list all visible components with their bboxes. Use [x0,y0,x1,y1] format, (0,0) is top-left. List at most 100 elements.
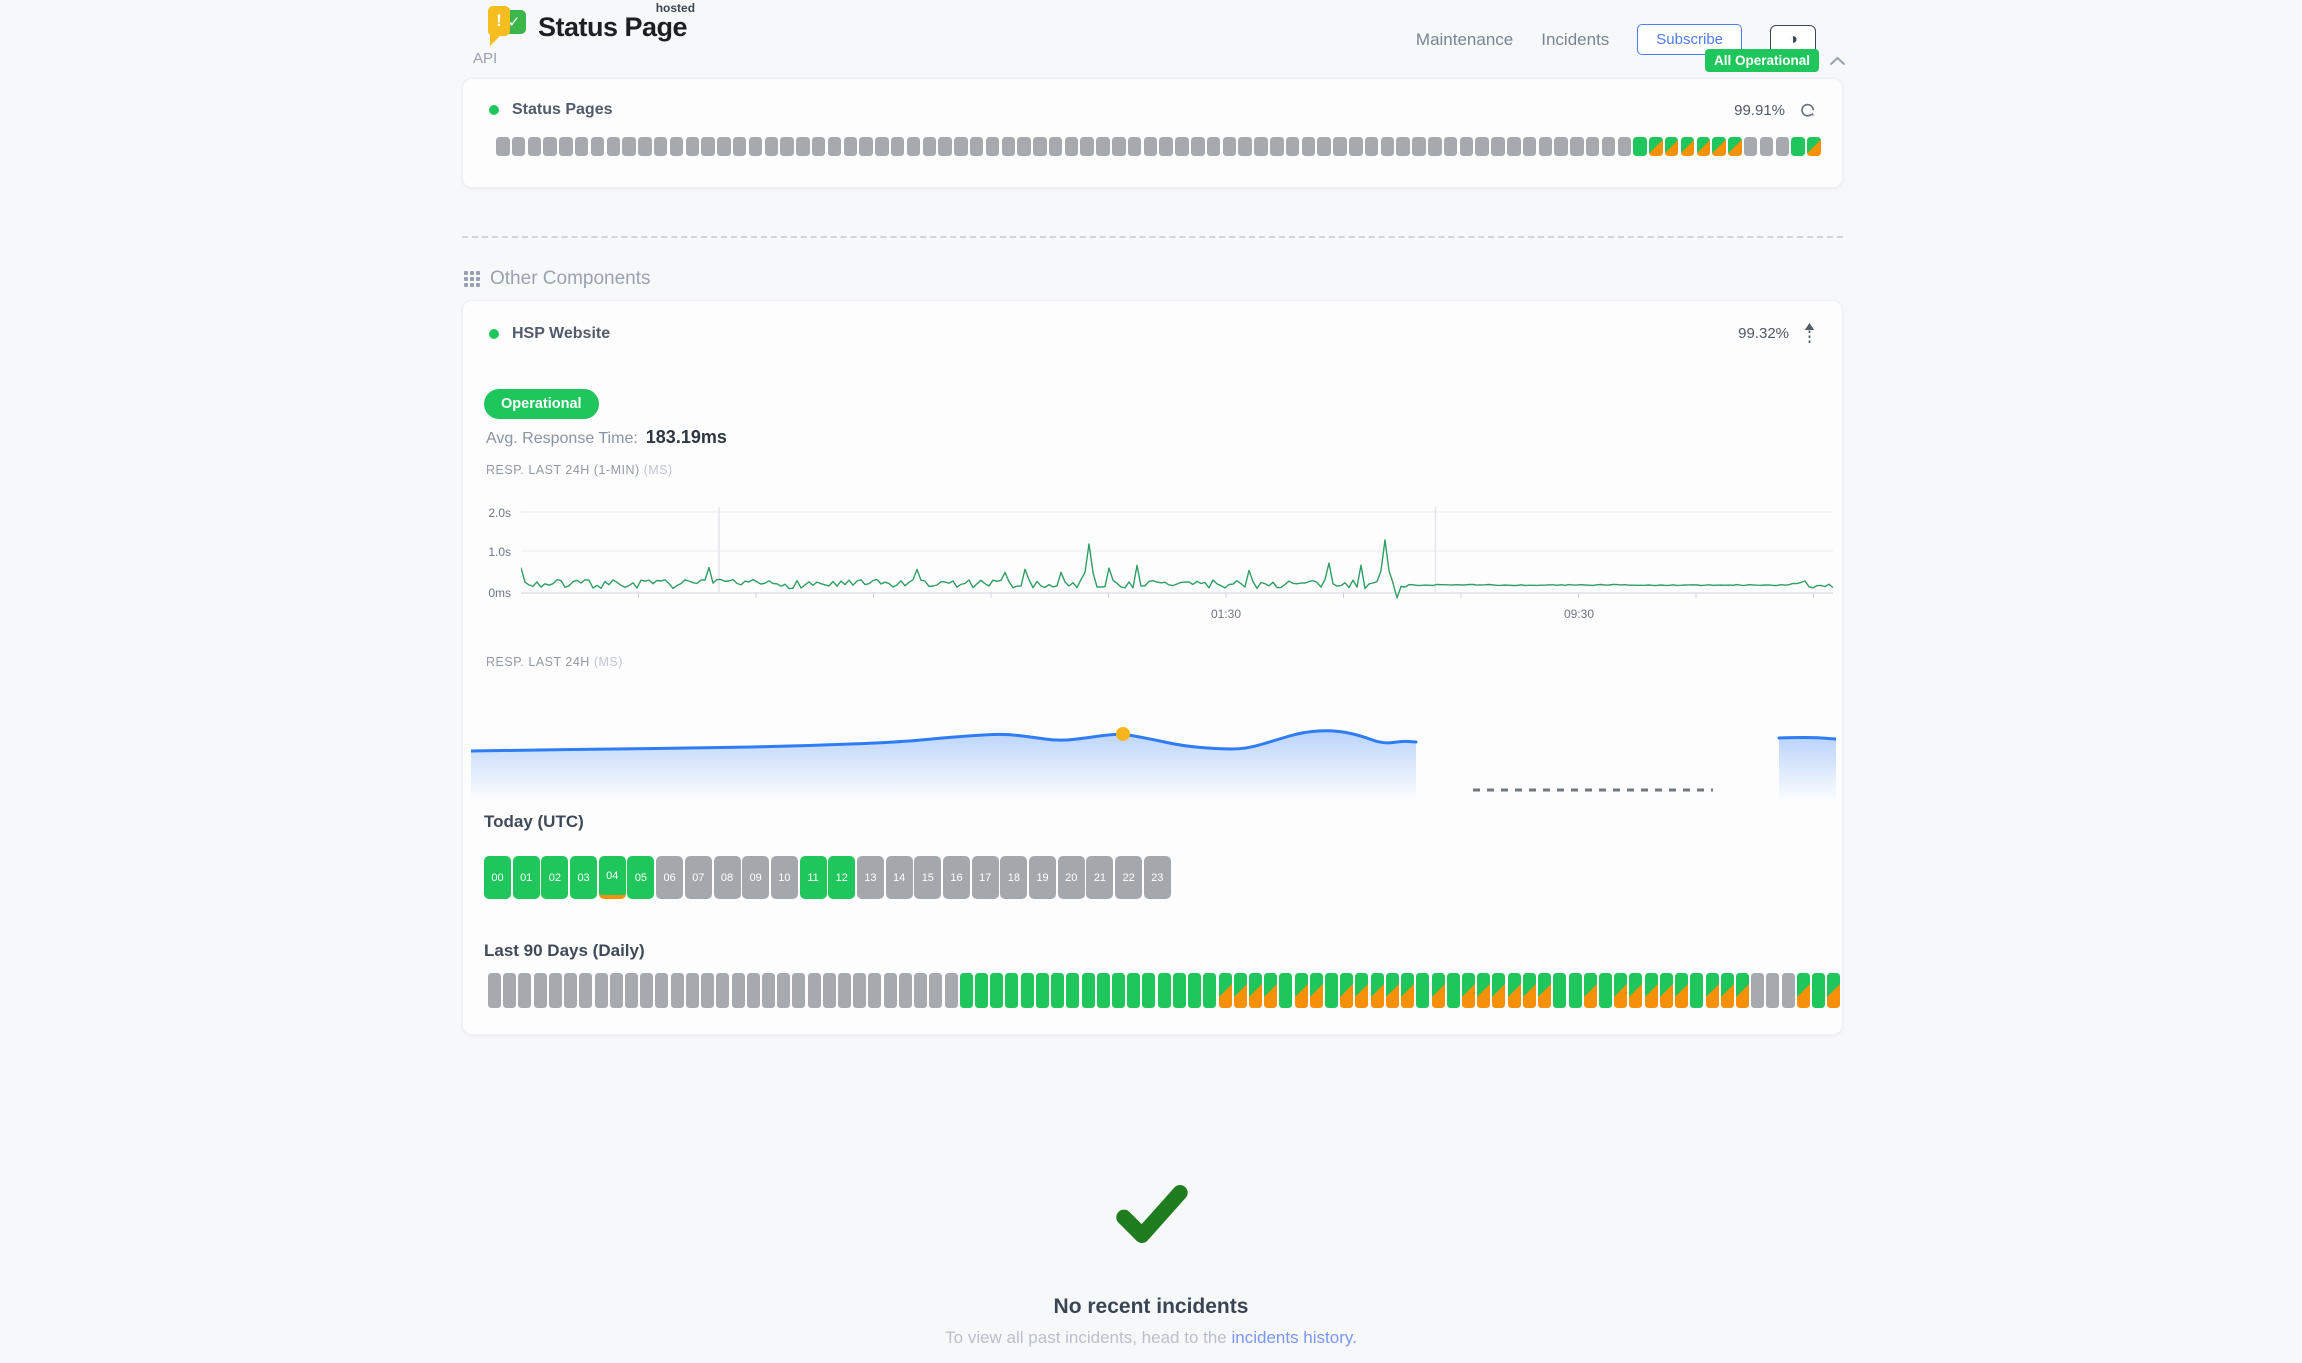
resp-24h-chart[interactable] [471,689,1836,804]
hour-block-13[interactable]: 13 [857,856,884,899]
uptime-day-bar[interactable] [686,137,700,156]
daily-uptime-bar[interactable] [686,973,699,1008]
uptime-day-bar[interactable] [749,137,763,156]
daily-uptime-bar[interactable] [975,973,988,1008]
daily-uptime-bar[interactable] [1492,973,1505,1008]
uptime-day-bar[interactable] [859,137,873,156]
uptime-day-bar[interactable] [591,137,605,156]
daily-uptime-bar[interactable] [1614,973,1627,1008]
daily-uptime-bar[interactable] [655,973,668,1008]
daily-uptime-bar[interactable] [534,973,547,1008]
uptime-day-bar[interactable] [1286,137,1300,156]
resp-1min-chart[interactable] [521,501,1833,601]
daily-uptime-bar[interactable] [549,973,562,1008]
chevron-up-icon[interactable] [1829,56,1846,66]
daily-uptime-bar[interactable] [1264,973,1277,1008]
uptime-day-bar[interactable] [1207,137,1221,156]
daily-uptime-bar[interactable] [884,973,897,1008]
uptime-day-bar[interactable] [844,137,858,156]
hour-block-10[interactable]: 10 [771,856,798,899]
uptime-day-bar[interactable] [1128,137,1142,156]
uptime-day-bar[interactable] [1507,137,1521,156]
hour-block-05[interactable]: 05 [627,856,654,899]
uptime-day-bar[interactable] [575,137,589,156]
uptime-day-bar[interactable] [543,137,557,156]
uptime-day-bar[interactable] [875,137,889,156]
uptime-day-bar[interactable] [1728,137,1742,156]
daily-uptime-bar[interactable] [1706,973,1719,1008]
daily-uptime-bar[interactable] [1569,973,1582,1008]
daily-uptime-bar[interactable] [1158,973,1171,1008]
daily-uptime-bar[interactable] [1036,973,1049,1008]
daily-uptime-bar[interactable] [1021,973,1034,1008]
daily-uptime-bar[interactable] [1097,973,1110,1008]
uptime-day-bar[interactable] [1586,137,1600,156]
daily-uptime-bar[interactable] [1447,973,1460,1008]
hour-block-20[interactable]: 20 [1058,856,1085,899]
daily-uptime-bar[interactable] [1279,973,1292,1008]
uptime-day-bar[interactable] [701,137,715,156]
uptime-day-bar[interactable] [1065,137,1079,156]
daily-uptime-bar[interactable] [1523,973,1536,1008]
daily-uptime-bar[interactable] [1538,973,1551,1008]
uptime-day-bar[interactable] [796,137,810,156]
uptime-day-bar[interactable] [733,137,747,156]
uptime-day-bar[interactable] [954,137,968,156]
daily-uptime-bar[interactable] [1812,973,1825,1008]
hour-block-21[interactable]: 21 [1086,856,1113,899]
nav-item-incidents[interactable]: Incidents [1541,30,1609,50]
hour-block-23[interactable]: 23 [1144,856,1171,899]
uptime-day-bar[interactable] [1349,137,1363,156]
uptime-day-bar[interactable] [1302,137,1316,156]
daily-uptime-bar[interactable] [1082,973,1095,1008]
uptime-day-bar[interactable] [1807,137,1821,156]
daily-uptime-bar[interactable] [732,973,745,1008]
uptime-day-bar[interactable] [1491,137,1505,156]
uptime-day-bar[interactable] [828,137,842,156]
uptime-day-bar[interactable] [1791,137,1805,156]
daily-uptime-bar[interactable] [579,973,592,1008]
daily-uptime-bar[interactable] [899,973,912,1008]
daily-uptime-bar[interactable] [671,973,684,1008]
daily-uptime-bar[interactable] [929,973,942,1008]
uptime-day-bar[interactable] [1317,137,1331,156]
hour-block-09[interactable]: 09 [742,856,769,899]
daily-uptime-bar[interactable] [1629,973,1642,1008]
uptime-day-bar[interactable] [1238,137,1252,156]
daily-uptime-bar[interactable] [1553,973,1566,1008]
daily-uptime-bar[interactable] [503,973,516,1008]
daily-uptime-bar[interactable] [808,973,821,1008]
daily-uptime-bar[interactable] [1827,973,1840,1008]
daily-uptime-bar[interactable] [1782,973,1795,1008]
uptime-day-bar[interactable] [780,137,794,156]
daily-uptime-bar[interactable] [1675,973,1688,1008]
uptime-day-bar[interactable] [1539,137,1553,156]
uptime-day-bar[interactable] [1333,137,1347,156]
hour-block-08[interactable]: 08 [714,856,741,899]
daily-uptime-bar[interactable] [1766,973,1779,1008]
daily-uptime-bar[interactable] [1645,973,1658,1008]
uptime-day-bar[interactable] [1523,137,1537,156]
uptime-day-bar[interactable] [1270,137,1284,156]
uptime-day-bar[interactable] [1428,137,1442,156]
uptime-day-bar[interactable] [1712,137,1726,156]
daily-uptime-bar[interactable] [1660,973,1673,1008]
refresh-icon[interactable] [1799,103,1816,118]
daily-uptime-bar[interactable] [1584,973,1597,1008]
hour-block-01[interactable]: 01 [513,856,540,899]
uptime-day-bar[interactable] [559,137,573,156]
daily-uptime-bar[interactable] [1188,973,1201,1008]
daily-uptime-bar[interactable] [1234,973,1247,1008]
daily-uptime-bar[interactable] [1219,973,1232,1008]
uptime-day-bar[interactable] [1602,137,1616,156]
daily-uptime-bar[interactable] [1112,973,1125,1008]
daily-uptime-bar[interactable] [1477,973,1490,1008]
incidents-history-link[interactable]: incidents history [1231,1328,1352,1347]
hour-block-03[interactable]: 03 [570,856,597,899]
uptime-day-bar[interactable] [1554,137,1568,156]
daily-uptime-bar[interactable] [1462,973,1475,1008]
uptime-day-bar[interactable] [923,137,937,156]
uptime-day-bar[interactable] [1096,137,1110,156]
uptime-day-bar[interactable] [1033,137,1047,156]
daily-uptime-bar[interactable] [564,973,577,1008]
